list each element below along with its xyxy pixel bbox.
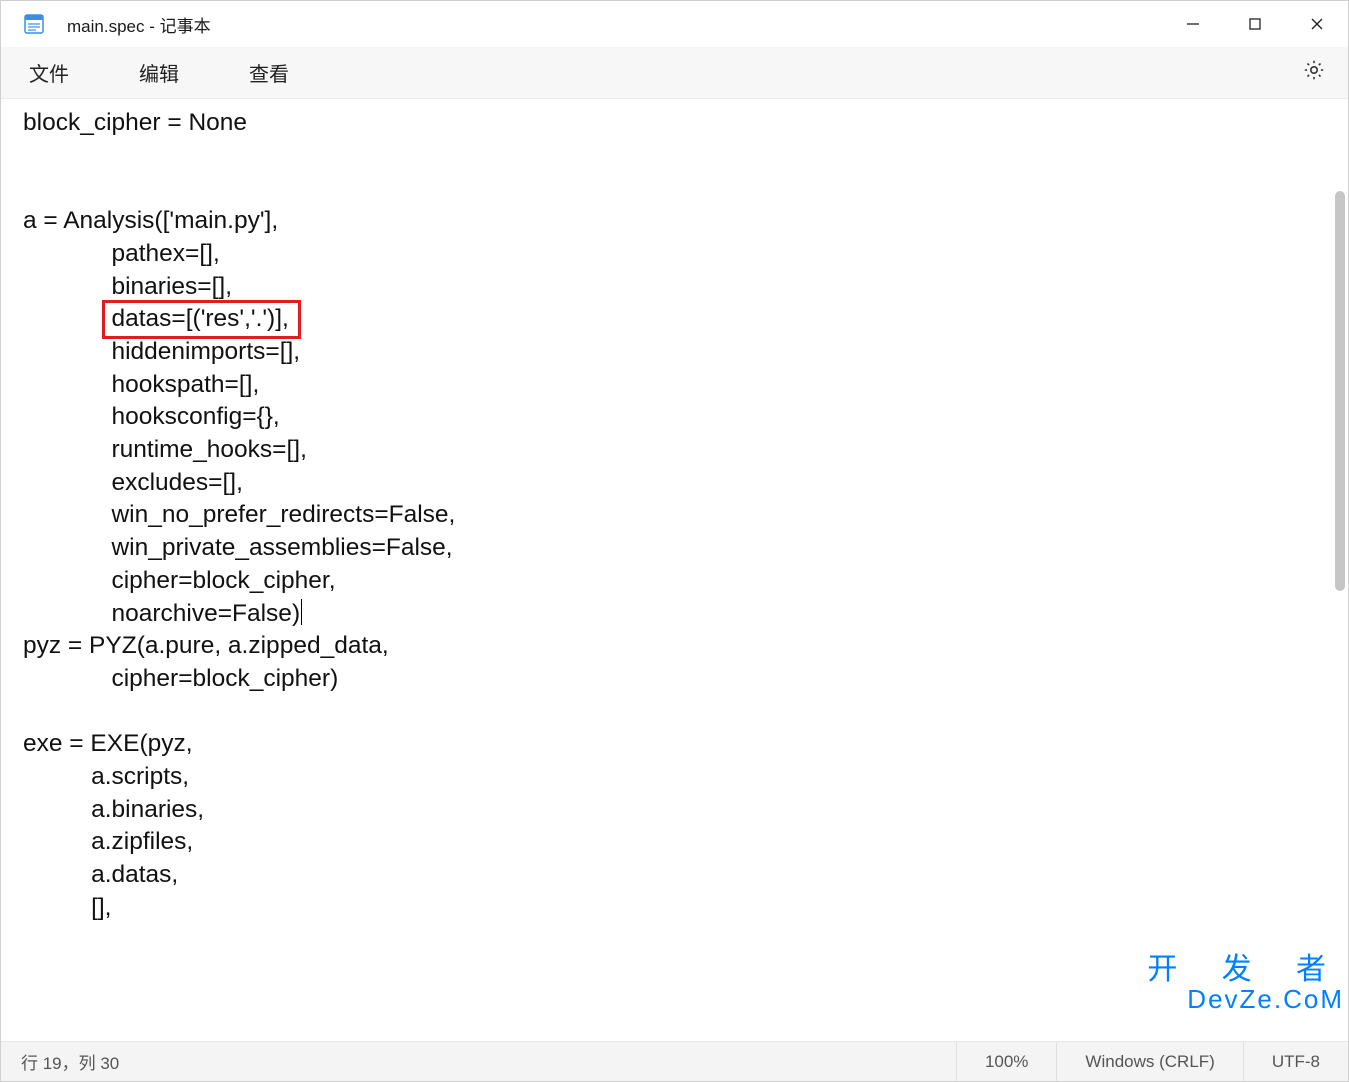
menu-view[interactable]: 查看 — [229, 52, 309, 93]
window-title: main.spec - 记事本 — [67, 12, 211, 37]
status-line-ending: Windows (CRLF) — [1056, 1042, 1242, 1081]
status-zoom: 100% — [956, 1042, 1056, 1081]
close-button[interactable] — [1286, 1, 1348, 47]
statusbar: 行 19，列 30 100% Windows (CRLF) UTF-8 — [1, 1041, 1348, 1081]
text-caret — [301, 599, 302, 625]
notepad-icon — [23, 13, 45, 35]
titlebar: main.spec - 记事本 — [1, 1, 1348, 47]
menu-edit[interactable]: 编辑 — [119, 52, 199, 93]
maximize-button[interactable] — [1224, 1, 1286, 47]
text-editor[interactable]: block_cipher = None a = Analysis(['main.… — [1, 99, 1348, 1041]
vertical-scrollbar[interactable] — [1329, 101, 1347, 1039]
menubar: 文件 编辑 查看 — [1, 47, 1348, 99]
status-cursor-position: 行 19，列 30 — [1, 1049, 119, 1074]
minimize-button[interactable] — [1162, 1, 1224, 47]
scroll-thumb[interactable] — [1335, 191, 1345, 591]
status-encoding: UTF-8 — [1243, 1042, 1348, 1081]
settings-button[interactable] — [1294, 53, 1334, 93]
menu-file[interactable]: 文件 — [9, 52, 89, 93]
notepad-window: main.spec - 记事本 文件 编辑 查看 block_cipher = — [0, 0, 1349, 1082]
editor-area: block_cipher = None a = Analysis(['main.… — [1, 99, 1348, 1041]
gear-icon — [1302, 58, 1326, 87]
